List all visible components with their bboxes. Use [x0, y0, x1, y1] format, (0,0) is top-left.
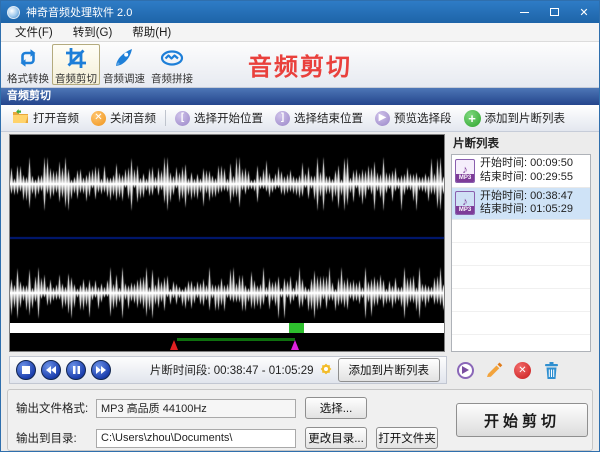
segment-range: 00:38:47 - 01:05:29 [214, 365, 314, 377]
action-label: 打开音频 [33, 110, 79, 126]
mp3-file-icon: ♪MP3 [455, 159, 475, 183]
menu-bar: 文件(F) 转到(G) 帮助(H) [1, 23, 599, 42]
forward-button[interactable] [91, 360, 111, 380]
rocket-icon [112, 46, 136, 70]
settings-gear-icon[interactable] [319, 362, 333, 379]
output-dir-field[interactable] [96, 429, 296, 448]
selection-range-line [177, 338, 295, 341]
open-folder-icon [12, 109, 29, 127]
waveform-panel[interactable] [9, 134, 445, 352]
tool-label: 格式转换 [7, 71, 49, 86]
empty-row [452, 220, 590, 243]
clear-list-button[interactable] [542, 361, 560, 379]
fragment-times: 开始时间: 00:09:50 结束时间: 00:29:55 [480, 157, 573, 185]
tool-label: 音频剪切 [55, 71, 97, 86]
section-header: 音频剪切 [1, 88, 599, 105]
fragment-item[interactable]: ♪MP3 开始时间: 00:09:50 结束时间: 00:29:55 [452, 155, 590, 188]
open-audio-button[interactable]: 打开音频 [6, 107, 85, 129]
empty-row [452, 266, 590, 289]
separator [165, 110, 166, 126]
change-dir-button[interactable]: 更改目录... [305, 427, 367, 449]
close-button[interactable]: ✕ [569, 1, 599, 23]
playback-controls: 片断时间段: 00:38:47 - 01:05:29 添加到片断列表 [9, 356, 447, 384]
add-fragment-button[interactable]: + 添加到片断列表 [458, 108, 572, 129]
fragment-item-selected[interactable]: ♪MP3 开始时间: 00:38:47 结束时间: 01:05:29 [452, 188, 590, 221]
empty-row [452, 243, 590, 266]
transport-bar: 片断时间段: 00:38:47 - 01:05:29 添加到片断列表 ✕ [9, 356, 591, 384]
rewind-button[interactable] [41, 360, 61, 380]
fragment-times: 开始时间: 00:38:47 结束时间: 01:05:29 [480, 190, 573, 218]
segment-time-label: 片断时间段: 00:38:47 - 01:05:29 [150, 362, 314, 378]
menu-help[interactable]: 帮助(H) [124, 24, 179, 40]
start-bracket-icon: [ [175, 111, 190, 126]
action-label: 添加到片断列表 [485, 110, 566, 126]
fragment-list-title: 片断列表 [451, 134, 591, 154]
output-dir-label: 输出到目录: [16, 430, 96, 446]
minimize-icon [520, 12, 529, 13]
close-icon: ✕ [579, 6, 588, 19]
action-bar: 打开音频 ✕ 关闭音频 [ 选择开始位置 ] 选择结束位置 ▶ 预览选择段 + … [1, 105, 599, 132]
start-cut-button[interactable]: 开始剪切 [456, 403, 588, 437]
selection-end-marker[interactable] [291, 340, 299, 350]
close-audio-icon: ✕ [91, 111, 106, 126]
crop-icon [64, 46, 88, 70]
selection-strip[interactable] [10, 333, 444, 351]
tool-format-convert[interactable]: 格式转换 [4, 44, 52, 85]
stop-button[interactable] [16, 360, 36, 380]
window-title: 神奇音频处理软件 2.0 [26, 4, 509, 20]
menu-goto[interactable]: 转到(G) [65, 24, 121, 40]
menu-file[interactable]: 文件(F) [7, 24, 61, 40]
output-format-field[interactable] [96, 399, 296, 418]
output-panel: 输出文件格式: 选择... 输出到目录: 更改目录... 打开文件夹 开始剪切 [7, 389, 593, 451]
select-start-button[interactable]: [ 选择开始位置 [169, 108, 269, 128]
close-audio-button[interactable]: ✕ 关闭音频 [85, 108, 162, 128]
start-area: 开始剪切 [452, 390, 592, 450]
tool-label: 音频拼接 [151, 71, 193, 86]
selection-start-marker[interactable] [170, 340, 178, 350]
mp3-file-icon: ♪MP3 [455, 191, 475, 215]
play-icon: ▶ [375, 111, 390, 126]
delete-fragment-button[interactable]: ✕ [514, 362, 531, 379]
title-bar[interactable]: 神奇音频处理软件 2.0 ✕ [1, 1, 599, 23]
tool-audio-speed[interactable]: 音频调速 [100, 44, 148, 85]
action-label: 选择开始位置 [194, 110, 263, 126]
handshake-icon [160, 46, 184, 70]
maximize-icon [550, 8, 559, 16]
minimize-button[interactable] [509, 1, 539, 23]
end-bracket-icon: ] [275, 111, 290, 126]
empty-row [452, 289, 590, 312]
page-title: 音频剪切 [248, 47, 352, 82]
empty-row [452, 312, 590, 335]
waveform-canvas[interactable] [10, 135, 444, 323]
empty-row [452, 335, 590, 352]
open-folder-button[interactable]: 打开文件夹 [376, 427, 438, 449]
play-fragment-button[interactable] [457, 362, 474, 379]
tool-audio-cut[interactable]: 音频剪切 [52, 44, 100, 85]
app-window: 神奇音频处理软件 2.0 ✕ 文件(F) 转到(G) 帮助(H) 格式转换 音频… [0, 0, 600, 452]
select-end-button[interactable]: ] 选择结束位置 [269, 108, 369, 128]
action-label: 选择结束位置 [294, 110, 363, 126]
convert-icon [16, 46, 40, 70]
action-label: 关闭音频 [110, 110, 156, 126]
plus-icon: + [464, 110, 481, 127]
fragment-panel: 片断列表 ♪MP3 开始时间: 00:09:50 结束时间: 00:29:55 … [451, 134, 591, 352]
fragment-list[interactable]: ♪MP3 开始时间: 00:09:50 结束时间: 00:29:55 ♪MP3 … [451, 154, 591, 352]
fragment-tools: ✕ [453, 356, 591, 384]
main-area: 片断列表 ♪MP3 开始时间: 00:09:50 结束时间: 00:29:55 … [1, 132, 599, 352]
choose-format-button[interactable]: 选择... [305, 397, 367, 419]
app-logo-icon [7, 6, 20, 19]
output-format-label: 输出文件格式: [16, 400, 96, 416]
playback-progress-bar[interactable] [10, 323, 444, 333]
tool-label: 音频调速 [103, 71, 145, 86]
tool-audio-join[interactable]: 音频拼接 [148, 44, 196, 85]
edit-fragment-button[interactable] [485, 361, 503, 379]
output-form: 输出文件格式: 选择... 输出到目录: 更改目录... 打开文件夹 [8, 390, 452, 450]
toolbar: 格式转换 音频剪切 音频调速 音频拼接 音频剪切 [1, 42, 599, 88]
preview-selection-button[interactable]: ▶ 预览选择段 [369, 108, 458, 128]
playhead-marker[interactable] [289, 323, 304, 333]
add-to-fragment-list-button[interactable]: 添加到片断列表 [338, 358, 441, 382]
pause-button[interactable] [66, 360, 86, 380]
action-label: 预览选择段 [394, 110, 452, 126]
maximize-button[interactable] [539, 1, 569, 23]
